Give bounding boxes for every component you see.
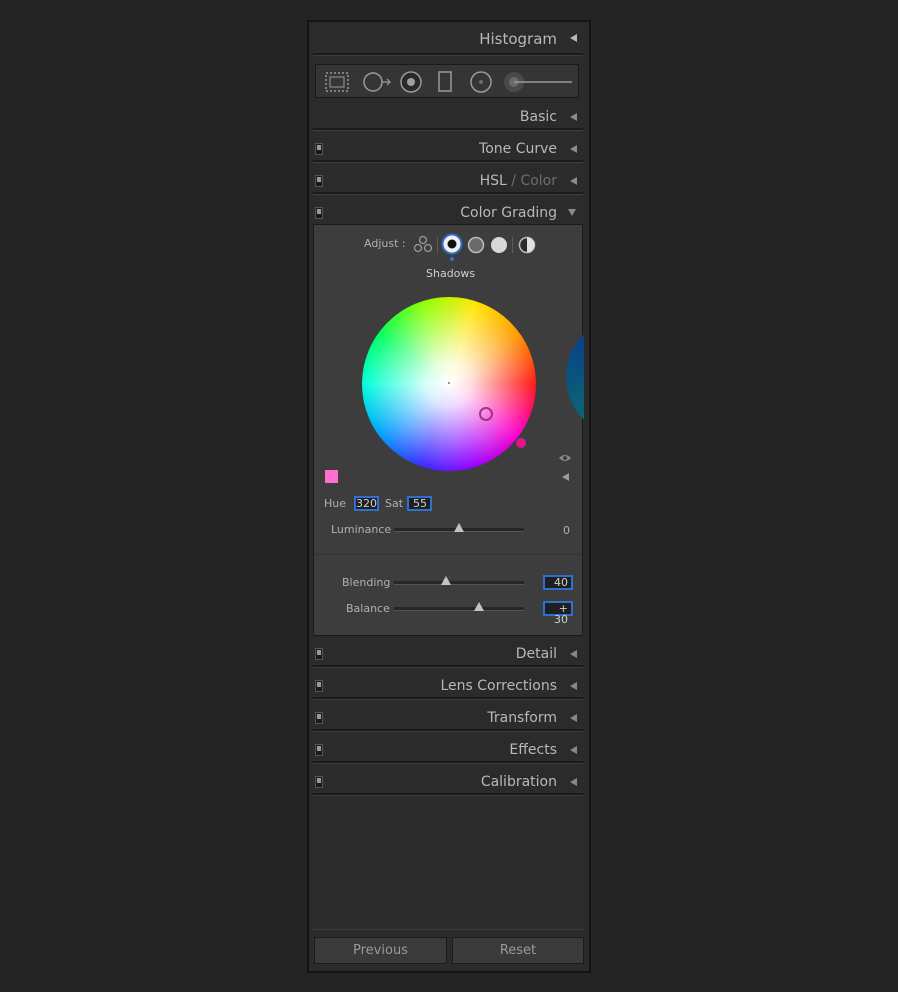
shadows-icon[interactable] (441, 233, 463, 263)
luminance-label: Luminance (331, 523, 392, 536)
section-title: Calibration (480, 774, 557, 790)
panel-toggle-switch[interactable] (315, 175, 323, 187)
tool-strip (315, 64, 579, 98)
midtones-icon[interactable] (466, 235, 486, 255)
color-wheel[interactable] (362, 297, 536, 471)
selected-mode-label: Shadows (426, 267, 476, 280)
graduated-filter-icon[interactable] (437, 71, 453, 93)
collapse-arrow-icon[interactable] (570, 778, 577, 786)
collapse-arrow-icon[interactable] (570, 113, 577, 121)
section-title: Color Grading (460, 205, 557, 221)
balance-input[interactable]: + 30 (543, 601, 573, 625)
collapse-arrow-icon[interactable] (570, 145, 577, 153)
section-divider (313, 192, 583, 195)
collapse-arrow-icon[interactable] (570, 177, 577, 185)
section-divider (313, 53, 583, 56)
section-divider (313, 697, 583, 700)
blending-slider-thumb[interactable] (441, 576, 451, 585)
luminance-slider-thumb[interactable] (454, 523, 464, 532)
hue-handle[interactable] (516, 438, 526, 448)
mode-divider (437, 237, 438, 253)
adjust-label: Adjust : (364, 237, 406, 250)
panel-toggle-switch[interactable] (315, 712, 323, 724)
hue-label: Hue (324, 497, 347, 510)
spot-removal-icon[interactable] (362, 71, 392, 93)
color-label[interactable]: Color (520, 173, 557, 189)
highlights-icon[interactable] (489, 235, 509, 255)
panel-toggle-switch[interactable] (315, 680, 323, 692)
radial-filter-icon[interactable] (469, 71, 493, 93)
adjacent-wheel-preview (566, 317, 584, 437)
section-divider (313, 128, 583, 131)
histogram-header[interactable]: Histogram (313, 24, 583, 54)
section-divider (313, 665, 583, 668)
red-eye-icon[interactable] (399, 71, 423, 93)
panel-toggle-switch[interactable] (315, 207, 323, 219)
section-title: HSL / Color (480, 173, 557, 189)
collapse-arrow-icon[interactable] (570, 746, 577, 754)
collapse-wheel-arrow-icon[interactable] (562, 473, 569, 481)
adjustment-brush-icon[interactable] (504, 71, 574, 93)
sat-label: Sat (385, 497, 404, 510)
panel-toggle-switch[interactable] (315, 744, 323, 756)
collapse-arrow-icon[interactable] (570, 714, 577, 722)
section-divider (313, 729, 583, 732)
panel-toggle-switch[interactable] (315, 648, 323, 660)
hue-sat-handle[interactable] (479, 407, 493, 421)
develop-right-panel: Histogram Basic Tone Curve HSL / Color C… (307, 20, 591, 973)
section-title: Lens Corrections (440, 678, 557, 694)
balance-slider-thumb[interactable] (473, 602, 484, 611)
divider (314, 554, 582, 555)
balance-slider[interactable] (394, 607, 524, 611)
3-way-icon[interactable] (413, 235, 433, 255)
reset-button[interactable]: Reset (452, 937, 584, 964)
expanded-arrow-icon[interactable] (568, 209, 576, 216)
panel-toggle-switch[interactable] (315, 776, 323, 788)
collapse-arrow-icon[interactable] (570, 34, 577, 42)
eye-icon[interactable] (558, 453, 572, 463)
blending-input[interactable]: 40 (543, 575, 573, 590)
collapse-arrow-icon[interactable] (570, 650, 577, 658)
global-icon[interactable] (517, 235, 537, 255)
section-divider (313, 793, 583, 796)
mode-divider (512, 237, 513, 253)
section-title: Basic (519, 109, 557, 125)
collapse-arrow-icon[interactable] (570, 682, 577, 690)
blending-label: Blending (342, 576, 391, 589)
section-divider (313, 761, 583, 764)
section-title: Tone Curve (479, 141, 557, 157)
balance-label: Balance (346, 602, 390, 615)
hsl-label[interactable]: HSL (480, 173, 507, 189)
footer-divider (313, 929, 583, 930)
histogram-title: Histogram (479, 30, 557, 48)
hue-input[interactable]: 320 (354, 496, 379, 511)
crop-overlay-icon[interactable] (324, 71, 350, 93)
previous-button[interactable]: Previous (314, 937, 447, 964)
color-swatch[interactable] (325, 470, 338, 483)
sat-input[interactable]: 55 (407, 496, 432, 511)
panel-toggle-switch[interactable] (315, 143, 323, 155)
section-divider (313, 160, 583, 163)
section-title: Effects (509, 742, 557, 758)
wheel-center-dot (448, 382, 450, 384)
color-grading-panel: Adjust : Shadows Hue 320 Sat 55 Luminanc… (313, 224, 584, 636)
section-title: Detail (515, 646, 557, 662)
hsl-separator: / (511, 173, 516, 189)
blending-slider[interactable] (394, 581, 524, 585)
luminance-value: 0 (563, 524, 570, 537)
section-title: Transform (487, 710, 557, 726)
